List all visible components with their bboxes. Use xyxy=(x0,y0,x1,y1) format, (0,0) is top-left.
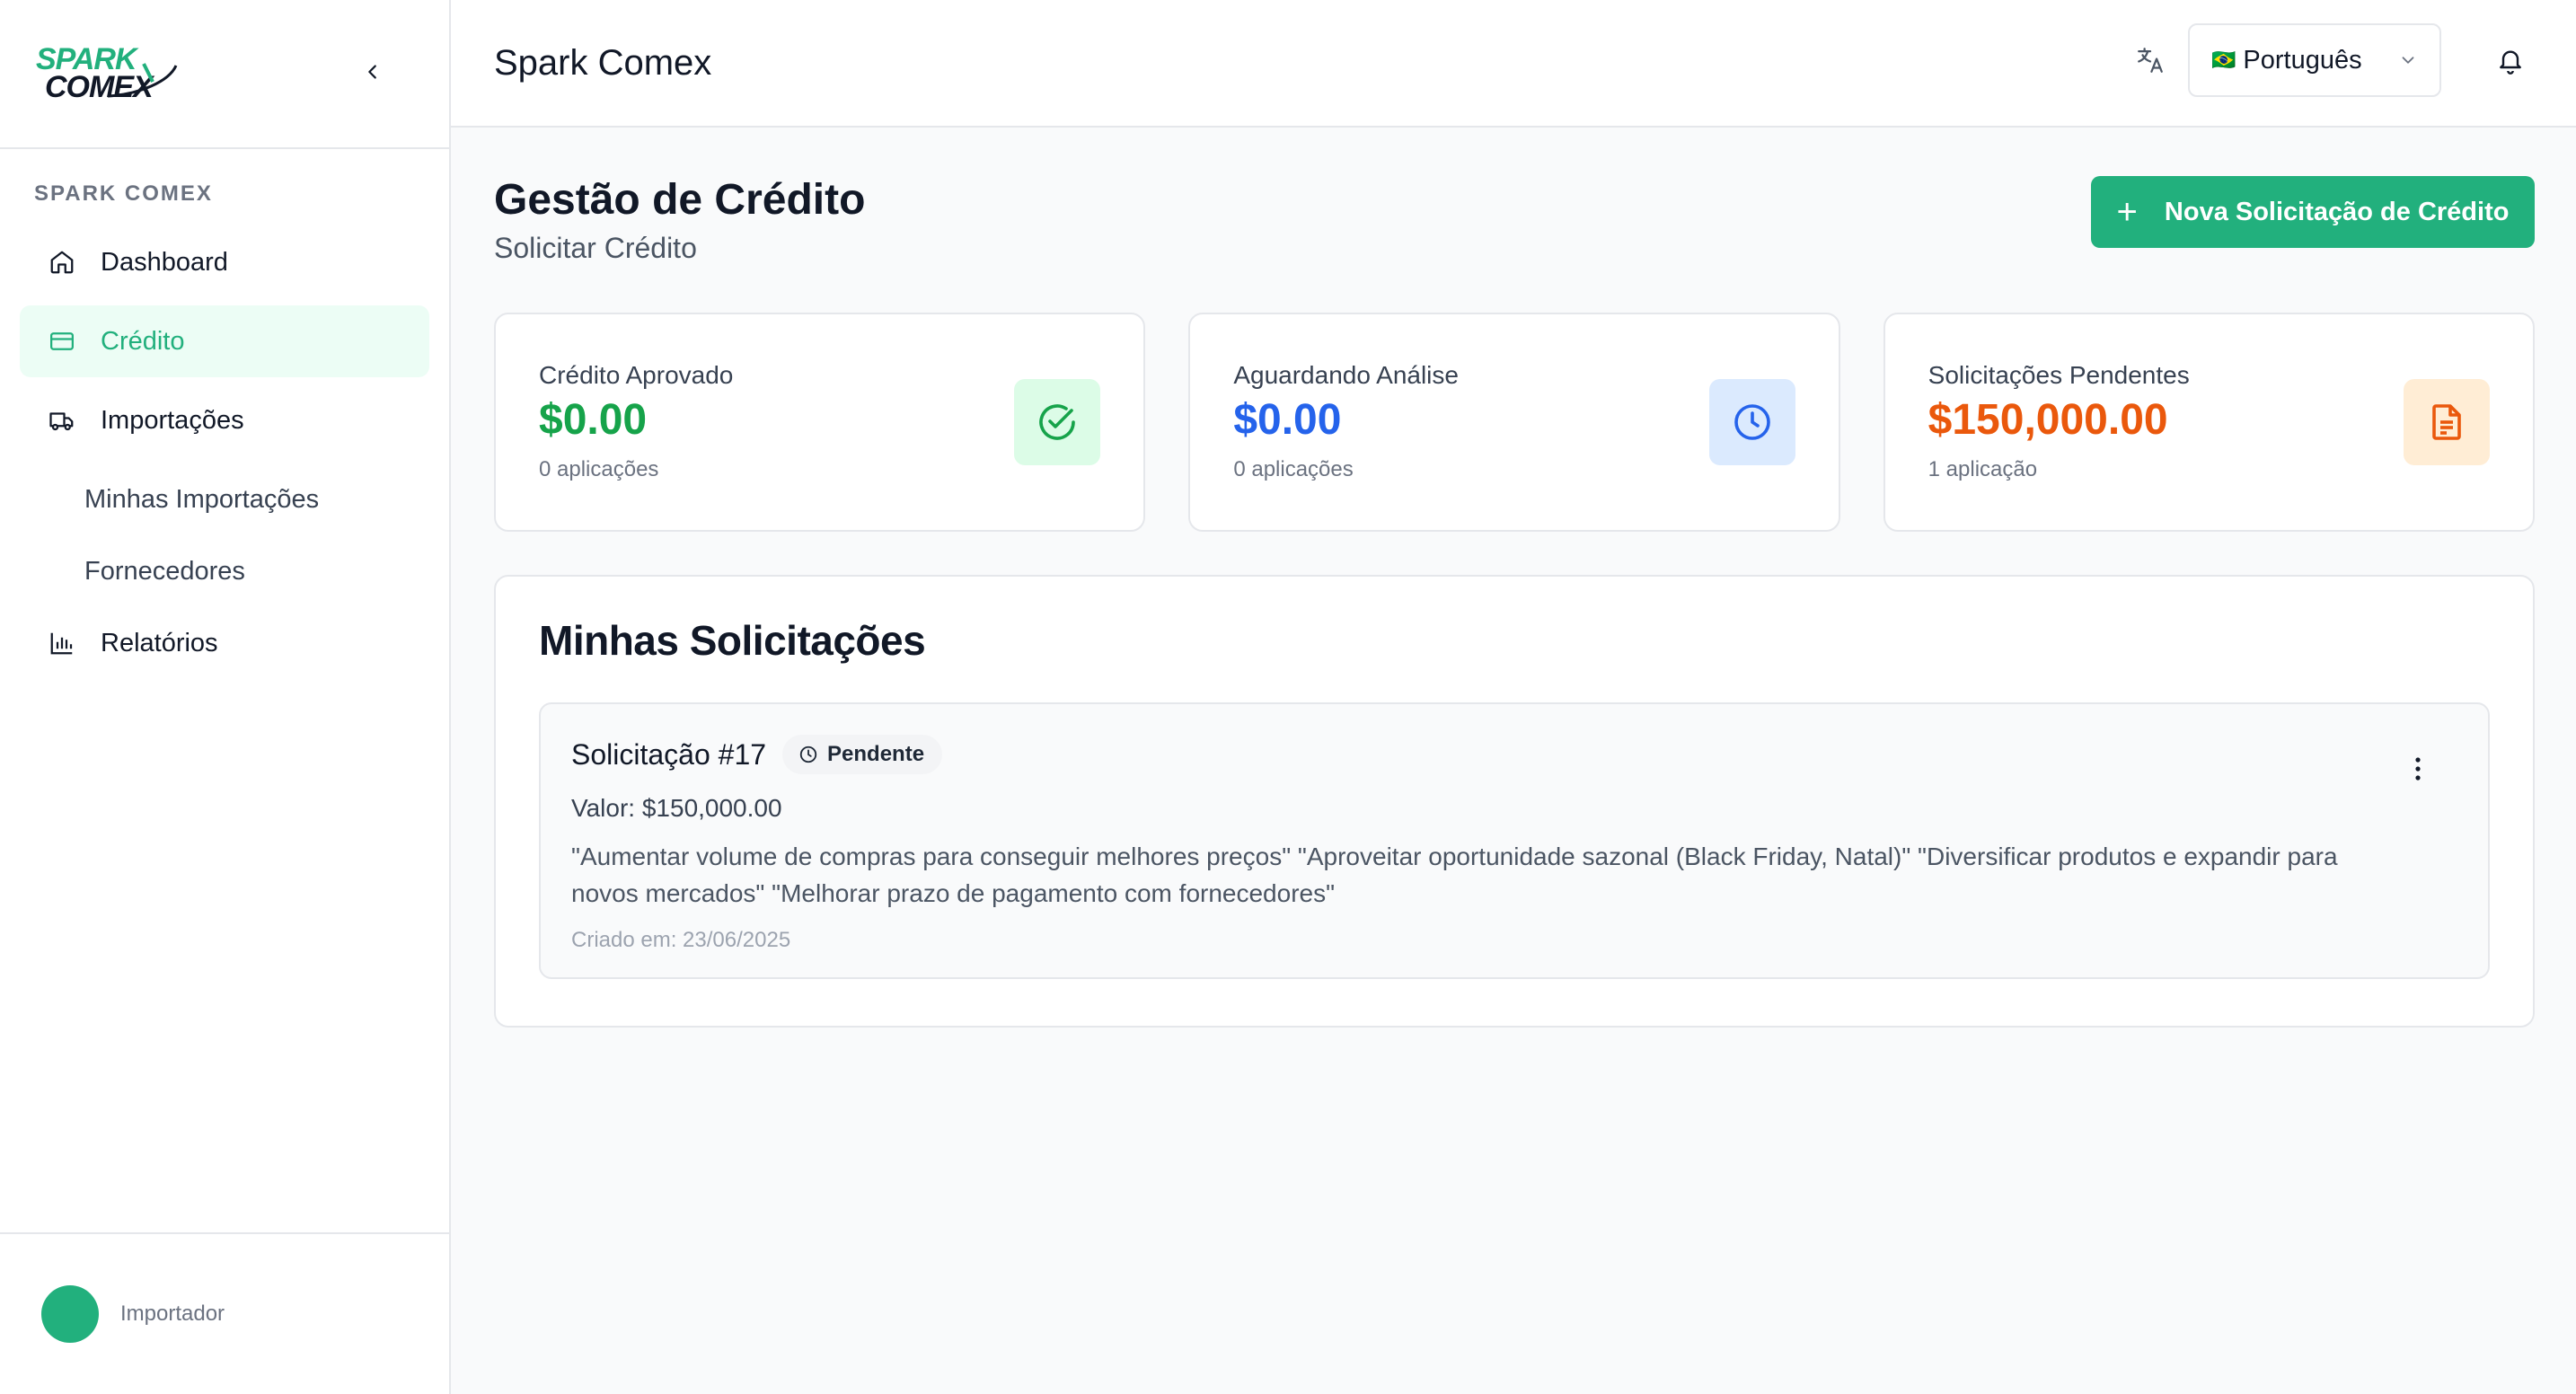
more-options-button[interactable] xyxy=(2400,749,2436,789)
check-circle-icon xyxy=(1014,379,1101,465)
sidebar-item-dashboard[interactable]: Dashboard xyxy=(20,226,429,298)
sidebar: SPARK COMEX SPARK COMEX Dashboard Crédit… xyxy=(0,0,451,1394)
status-badge: Pendente xyxy=(782,735,943,774)
home-icon xyxy=(47,247,77,278)
sidebar-item-relatorios[interactable]: Relatórios xyxy=(20,607,429,679)
requests-panel: Minhas Solicitações Solicitação #17 Pend… xyxy=(494,575,2535,1028)
sidebar-item-fornecedores[interactable]: Fornecedores xyxy=(20,535,429,607)
collapse-sidebar-button[interactable] xyxy=(355,52,391,92)
request-value: Valor: $150,000.00 xyxy=(571,794,782,822)
new-credit-request-button[interactable]: + Nova Solicitação de Crédito xyxy=(2091,176,2535,248)
logo-swoosh-icon xyxy=(107,63,178,98)
clock-icon xyxy=(1708,379,1795,465)
truck-icon xyxy=(47,405,77,436)
sidebar-item-importacoes[interactable]: Importações xyxy=(20,384,429,456)
language-value: Português xyxy=(2243,45,2362,75)
requests-title: Minhas Solicitações xyxy=(539,617,926,664)
content: Gestão de Crédito Solicitar Crédito + No… xyxy=(451,128,2576,1028)
avatar xyxy=(41,1285,99,1343)
translate-icon xyxy=(2132,42,2168,78)
stat-card-approved: Crédito Aprovado $0.00 0 aplicações xyxy=(494,313,1146,532)
bar-chart-icon xyxy=(47,628,77,658)
sidebar-item-label: Dashboard xyxy=(101,247,228,277)
request-created-date: Criado em: 23/06/2025 xyxy=(571,928,791,953)
stats-row: Crédito Aprovado $0.00 0 aplicações Agua… xyxy=(494,313,2535,532)
page-header: Gestão de Crédito Solicitar Crédito + No… xyxy=(494,174,2535,286)
request-header: Solicitação #17 Pendente xyxy=(571,735,2457,774)
stat-card-pending: Solicitações Pendentes $150,000.00 1 apl… xyxy=(1883,313,2535,532)
sidebar-item-label: Importações xyxy=(101,405,244,435)
bell-icon xyxy=(2500,50,2521,75)
new-credit-request-label: Nova Solicitação de Crédito xyxy=(2164,197,2510,226)
notifications-button[interactable] xyxy=(2488,38,2533,83)
sidebar-item-minhas-importacoes[interactable]: Minhas Importações xyxy=(20,463,429,535)
sidebar-nav: Dashboard Crédito Importações Minhas Imp… xyxy=(0,207,449,679)
app-title: Spark Comex xyxy=(494,42,712,83)
request-name: Solicitação #17 xyxy=(571,737,767,771)
topbar-actions: 🇧🇷 Português xyxy=(2132,23,2533,97)
sidebar-section-label: SPARK COMEX xyxy=(34,181,213,206)
more-vertical-icon xyxy=(2415,757,2421,781)
sidebar-header: SPARK COMEX xyxy=(0,0,449,149)
logo: SPARK COMEX xyxy=(36,45,178,102)
request-description: "Aumentar volume de compras para consegu… xyxy=(571,843,2338,907)
user-profile[interactable]: Importador xyxy=(0,1232,449,1394)
stat-card-awaiting: Aguardando Análise $0.00 0 aplicações xyxy=(1188,313,1840,532)
request-card[interactable]: Solicitação #17 Pendente Valor: $150,000… xyxy=(539,702,2490,979)
clock-icon xyxy=(798,745,818,764)
credit-card-icon xyxy=(47,326,77,357)
user-role: Importador xyxy=(120,1301,225,1326)
chevron-down-icon xyxy=(2398,50,2418,70)
document-icon xyxy=(2403,379,2490,465)
main: Spark Comex 🇧🇷 Português Gestão de Crédi… xyxy=(451,0,2576,1394)
topbar: Spark Comex 🇧🇷 Português xyxy=(451,0,2576,128)
chevron-left-icon xyxy=(368,65,376,79)
plus-icon: + xyxy=(2116,192,2138,232)
status-badge-label: Pendente xyxy=(827,742,925,766)
app: SPARK COMEX SPARK COMEX Dashboard Crédit… xyxy=(0,0,2576,1394)
brazil-flag-icon: 🇧🇷 xyxy=(2211,49,2236,71)
page-title: Gestão de Crédito xyxy=(494,176,866,224)
sidebar-item-credito[interactable]: Crédito xyxy=(20,305,429,377)
sidebar-item-label: Crédito xyxy=(101,326,185,356)
page-subtitle: Solicitar Crédito xyxy=(494,231,697,264)
language-select[interactable]: 🇧🇷 Português xyxy=(2188,23,2441,97)
sidebar-item-label: Relatórios xyxy=(101,628,218,657)
